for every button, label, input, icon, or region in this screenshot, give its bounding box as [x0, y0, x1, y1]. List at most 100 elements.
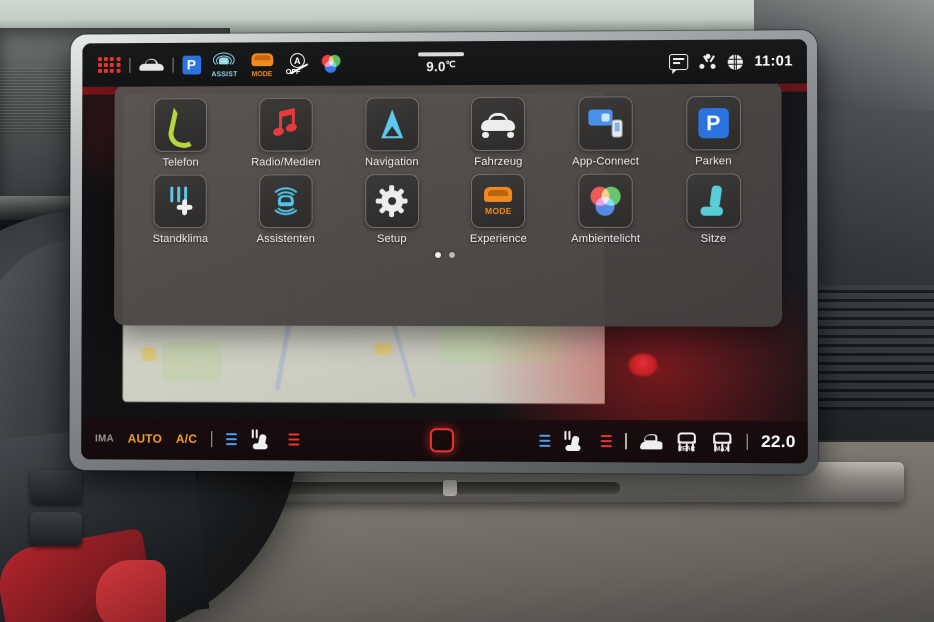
rear-defrost-icon[interactable]: REAR [675, 431, 697, 453]
outside-temperature: 9.0℃ [426, 59, 456, 74]
app-tile[interactable] [364, 174, 419, 229]
max-defrost-label: MAX [715, 446, 729, 453]
seat-heat-right-icon[interactable] [564, 430, 588, 452]
status-bar: P ASSIST MODE A OFF 9.0℃ 11:01 [82, 39, 808, 87]
outside-temperature-value: 9.0 [426, 59, 446, 75]
status-divider [128, 57, 130, 73]
parking-p-icon: P [698, 108, 729, 139]
climate-bar: IMA AUTO A/C REAR MAX 22.0 [81, 417, 808, 464]
app-item-ambientelicht[interactable]: Ambientelicht [552, 173, 660, 245]
app-tile[interactable] [153, 174, 208, 229]
app-label: Fahrzeug [474, 155, 523, 168]
app-item-app-connect[interactable]: App-Connect [552, 96, 660, 168]
phone-icon [168, 110, 194, 140]
app-tile[interactable]: MODE [471, 173, 526, 228]
drive-mode-icon-label: MODE [251, 71, 273, 79]
clock: 11:01 [754, 53, 793, 70]
infotainment-bezel: P ASSIST MODE A OFF 9.0℃ 11:01 Telefon R… [69, 30, 819, 475]
app-label: Radio/Medien [251, 156, 321, 169]
park-icon[interactable]: P [182, 55, 201, 75]
connectivity-icon[interactable] [699, 53, 717, 70]
fan-level-left-icon[interactable] [226, 432, 238, 446]
fan-level-right-icon[interactable] [539, 434, 551, 448]
assist-icon-label: ASSIST [211, 71, 238, 79]
gear-icon [375, 185, 408, 218]
pull-down-handle[interactable] [418, 52, 465, 57]
rear-defrost-label: REAR [677, 446, 696, 453]
app-tile[interactable] [259, 174, 313, 229]
ambient-light-icon[interactable] [321, 54, 341, 73]
color-wheel-icon [590, 186, 621, 216]
app-label: Setup [376, 233, 407, 246]
seat-icon [700, 184, 726, 216]
music-note-icon [272, 108, 300, 140]
drive-mode-icon: MODE [482, 186, 514, 216]
climate-divider [210, 431, 213, 448]
app-item-experience[interactable]: MODE Experience [445, 173, 552, 245]
app-label: Telefon [162, 156, 199, 169]
seat-heat-level-right-icon[interactable] [601, 434, 613, 448]
app-label: Ambientelicht [571, 232, 641, 245]
page-indicator [128, 252, 768, 259]
app-tile[interactable] [686, 173, 741, 228]
app-label: Standklima [152, 233, 209, 246]
climate-divider [625, 433, 627, 450]
steering-wheel-heat-icon[interactable] [251, 429, 275, 450]
outside-temperature-unit: ℃ [445, 59, 456, 70]
seat-heat-left-icon[interactable] [288, 433, 300, 446]
car-front-icon [481, 112, 516, 138]
app-item-fahrzeug[interactable]: Fahrzeug [445, 96, 552, 168]
app-tile[interactable] [154, 98, 208, 152]
app-tile[interactable] [578, 96, 633, 151]
app-grid-icon[interactable] [98, 56, 121, 74]
driver-assist-icon [269, 187, 302, 216]
app-item-navigation[interactable]: Navigation [339, 97, 445, 168]
page-dot[interactable] [448, 252, 455, 259]
app-tile[interactable]: P [685, 95, 741, 151]
vehicle-icon[interactable] [138, 57, 164, 72]
ac-button[interactable]: A/C [176, 432, 197, 446]
air-recirculation-icon[interactable] [639, 432, 663, 451]
max-defrost-icon[interactable]: MAX [711, 432, 733, 453]
assist-icon[interactable]: ASSIST [210, 51, 240, 79]
status-divider [172, 57, 174, 73]
message-icon[interactable] [669, 53, 689, 70]
app-item-sitze[interactable]: Sitze [659, 173, 767, 245]
dashboard-right-panel [809, 110, 934, 440]
app-item-telefon[interactable]: Telefon [128, 98, 233, 169]
home-button[interactable] [429, 428, 454, 453]
app-tile[interactable] [578, 173, 633, 228]
console-slider [280, 480, 620, 496]
drive-mode-icon[interactable]: MODE [248, 51, 276, 79]
cabin-temperature[interactable]: 22.0 [761, 432, 796, 452]
app-label: Assistenten [256, 233, 316, 246]
app-label: App-Connect [572, 155, 640, 168]
app-menu-panel: Telefon Radio/Medien Navigation Fahrzeug… [113, 81, 783, 327]
app-item-standklima[interactable]: Standklima [128, 174, 233, 245]
steering-wheel-button [30, 470, 82, 504]
app-label: Parken [695, 155, 732, 168]
app-label: Sitze [700, 232, 727, 245]
drive-mode-tile-label: MODE [484, 205, 512, 216]
aux-heater-icon [166, 186, 196, 216]
infotainment-screen[interactable]: P ASSIST MODE A OFF 9.0℃ 11:01 Telefon R… [81, 39, 808, 464]
auto-button[interactable]: AUTO [128, 432, 162, 446]
start-stop-off-icon[interactable]: A OFF [285, 52, 313, 76]
app-tile[interactable] [259, 97, 313, 152]
app-item-assistenten[interactable]: Assistenten [233, 174, 339, 245]
map-position-marker [628, 353, 658, 376]
app-tile[interactable] [364, 97, 419, 152]
climate-left-label: IMA [94, 433, 114, 445]
app-item-parken[interactable]: P Parken [659, 95, 767, 168]
app-item-radio-medien[interactable]: Radio/Medien [233, 97, 339, 169]
app-tile[interactable] [471, 96, 526, 151]
app-label: Navigation [365, 156, 419, 169]
app-grid: Telefon Radio/Medien Navigation Fahrzeug… [128, 95, 768, 245]
app-item-setup[interactable]: Setup [339, 174, 445, 245]
globe-icon[interactable] [727, 54, 744, 70]
steering-wheel-button [30, 512, 82, 546]
app-connect-icon [588, 109, 623, 138]
air-vent [816, 285, 934, 410]
page-dot-active[interactable] [435, 252, 441, 259]
start-stop-label: OFF [285, 66, 301, 76]
